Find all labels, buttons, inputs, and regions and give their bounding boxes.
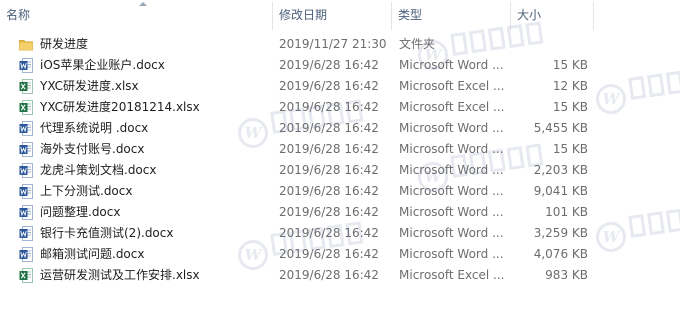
file-row[interactable]: 上下分测试.docx 2019/6/28 16:42 Microsoft Wor… [0,181,680,202]
file-size: 12 KB [552,79,588,93]
column-header-date-modified[interactable]: 修改日期 [273,0,391,26]
file-date-modified: 2019/11/27 21:30 [279,37,387,51]
file-name: 龙虎斗策划文档.docx [40,163,157,177]
word-document-icon [19,184,33,199]
file-date-modified: 2019/6/28 16:42 [279,79,379,93]
file-row[interactable]: 问题整理.docx 2019/6/28 16:42 Microsoft Word… [0,202,680,223]
word-document-icon [19,205,33,220]
word-document-icon [19,58,33,73]
file-name: 邮箱测试问题.docx [40,247,145,261]
file-row[interactable]: iOS苹果企业账户.docx 2019/6/28 16:42 Microsoft… [0,55,680,76]
file-type: 文件夹 [399,37,436,51]
column-header-size[interactable]: 大小 [511,0,593,26]
file-name: 问题整理.docx [40,205,121,219]
file-size: 5,455 KB [533,121,588,135]
file-size: 15 KB [552,142,588,156]
file-name: 运营研发测试及工作安排.xlsx [40,268,200,282]
excel-workbook-icon [19,79,33,94]
file-type: Microsoft Word ... [399,121,504,135]
file-name: YXC研发进度20181214.xlsx [40,100,200,114]
file-row[interactable]: 海外支付账号.docx 2019/6/28 16:42 Microsoft Wo… [0,139,680,160]
file-type: Microsoft Excel ... [399,268,505,282]
column-divider[interactable] [593,2,594,30]
file-name: 研发进度 [40,37,89,51]
folder-icon [19,37,33,52]
file-row[interactable]: 代理系统说明 .docx 2019/6/28 16:42 Microsoft W… [0,118,680,139]
excel-workbook-icon [19,268,33,283]
file-type: Microsoft Word ... [399,58,504,72]
file-list: 研发进度 2019/11/27 21:30 文件夹 iOS苹果企业账户.docx… [0,34,680,286]
file-row[interactable]: 银行卡充值测试(2).docx 2019/6/28 16:42 Microsof… [0,223,680,244]
file-size: 15 KB [552,100,588,114]
column-header-name[interactable]: 名称 [0,0,272,26]
file-name: 代理系统说明 .docx [40,121,149,135]
file-date-modified: 2019/6/28 16:42 [279,100,379,114]
file-type: Microsoft Excel ... [399,79,505,93]
file-size: 4,076 KB [533,247,588,261]
file-size: 15 KB [552,58,588,72]
file-name: 银行卡充值测试(2).docx [40,226,174,240]
sort-ascending-icon [139,2,147,6]
column-header-bar: 名称 修改日期 类型 大小 [0,0,680,30]
file-type: Microsoft Word ... [399,247,504,261]
file-date-modified: 2019/6/28 16:42 [279,142,379,156]
file-date-modified: 2019/6/28 16:42 [279,121,379,135]
file-name: YXC研发进度.xlsx [40,79,139,93]
word-document-icon [19,226,33,241]
file-type: Microsoft Excel ... [399,100,505,114]
file-type: Microsoft Word ... [399,163,504,177]
file-date-modified: 2019/6/28 16:42 [279,205,379,219]
file-row[interactable]: YXC研发进度.xlsx 2019/6/28 16:42 Microsoft E… [0,76,680,97]
file-row[interactable]: 研发进度 2019/11/27 21:30 文件夹 [0,34,680,55]
file-name: 上下分测试.docx [40,184,133,198]
file-row[interactable]: 运营研发测试及工作安排.xlsx 2019/6/28 16:42 Microso… [0,265,680,286]
excel-workbook-icon [19,100,33,115]
file-date-modified: 2019/6/28 16:42 [279,184,379,198]
file-row[interactable]: 邮箱测试问题.docx 2019/6/28 16:42 Microsoft Wo… [0,244,680,265]
file-row[interactable]: 龙虎斗策划文档.docx 2019/6/28 16:42 Microsoft W… [0,160,680,181]
column-header-type[interactable]: 类型 [392,0,510,26]
file-size: 9,041 KB [533,184,588,198]
word-document-icon [19,142,33,157]
file-size: 2,203 KB [533,163,588,177]
file-type: Microsoft Word ... [399,226,504,240]
word-document-icon [19,247,33,262]
file-date-modified: 2019/6/28 16:42 [279,58,379,72]
file-type: Microsoft Word ... [399,184,504,198]
file-date-modified: 2019/6/28 16:42 [279,247,379,261]
file-name: 海外支付账号.docx [40,142,145,156]
file-size: 101 KB [545,205,588,219]
file-type: Microsoft Word ... [399,142,504,156]
file-size: 3,259 KB [533,226,588,240]
file-date-modified: 2019/6/28 16:42 [279,268,379,282]
file-size: 983 KB [545,268,588,282]
file-date-modified: 2019/6/28 16:42 [279,163,379,177]
file-date-modified: 2019/6/28 16:42 [279,226,379,240]
file-type: Microsoft Word ... [399,205,504,219]
file-row[interactable]: YXC研发进度20181214.xlsx 2019/6/28 16:42 Mic… [0,97,680,118]
word-document-icon [19,163,33,178]
word-document-icon [19,121,33,136]
file-size [511,34,588,55]
file-name: iOS苹果企业账户.docx [40,58,165,72]
